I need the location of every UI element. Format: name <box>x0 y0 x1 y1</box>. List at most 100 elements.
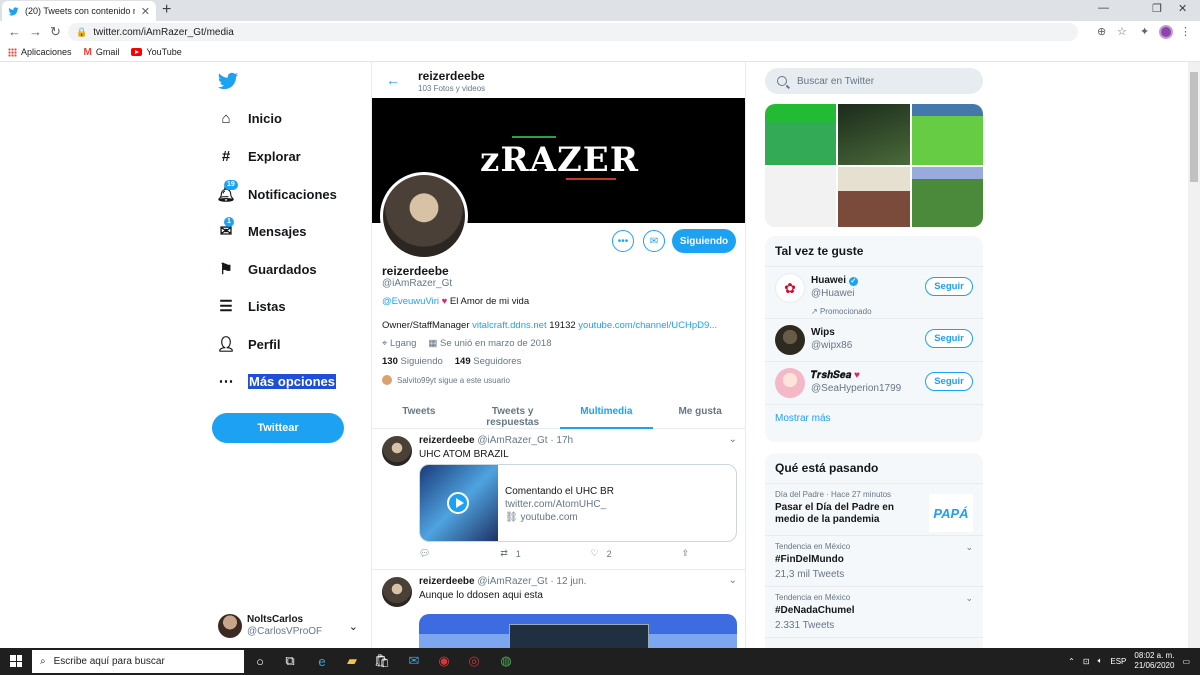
store-icon[interactable]: 🛍︎ <box>374 653 391 669</box>
file-explorer-icon[interactable]: ▰ <box>344 653 360 669</box>
link-card[interactable]: Comentando el UHC BR twitter.com/AtomUHC… <box>419 464 737 542</box>
tweet-button[interactable]: Twittear <box>212 413 344 443</box>
suggestion-item[interactable]: Wips @wipx86 Seguir <box>765 319 983 362</box>
followed-by[interactable]: Salvito99yt sigue a este usuario <box>382 375 510 385</box>
gallery-image[interactable] <box>838 166 910 227</box>
clock[interactable]: 08:02 a. m. 21/06/2020 <box>1134 651 1174 671</box>
nav-item-explorar[interactable]: # Explorar <box>218 148 301 165</box>
nav-item-mas-opciones[interactable]: ⋯ Más opciones <box>218 373 336 390</box>
nav-item-mensajes[interactable]: ✉ 1 Mensajes <box>218 217 307 240</box>
twitter-logo-icon[interactable] <box>217 70 239 92</box>
tab-close-icon[interactable]: ✕ <box>141 5 150 18</box>
browser-tab[interactable]: (20) Tweets con contenido multimedia ✕ <box>2 1 156 21</box>
chevron-down-icon[interactable]: ⌄ <box>729 575 737 586</box>
chrome-icon[interactable]: ◍ <box>498 653 514 669</box>
share-button[interactable]: ⇪ <box>681 548 689 559</box>
bio-youtube-link[interactable]: youtube.com/channel/UCHpD9... <box>578 320 717 331</box>
avatar[interactable] <box>382 577 412 607</box>
tab-multimedia[interactable]: Multimedia <box>559 399 654 429</box>
following-link[interactable]: 130 Siguiendo <box>382 356 443 367</box>
opera-icon[interactable]: ◎ <box>466 653 482 669</box>
browser-profile-avatar[interactable] <box>1159 25 1173 39</box>
maximize-icon[interactable]: ❐ <box>1152 2 1162 15</box>
install-icon[interactable]: ⊕ <box>1097 25 1106 38</box>
suggestion-item[interactable]: 𝑻𝒓𝒔𝒉𝑺𝒆𝒂 ♥ @SeaHyperion1799 Seguir <box>765 362 983 405</box>
followers-link[interactable]: 149 Seguidores <box>455 356 522 367</box>
back-arrow-icon[interactable]: ← <box>8 24 21 39</box>
scrollbar-thumb[interactable] <box>1190 72 1198 182</box>
nav-item-guardados[interactable]: ⚑ Guardados <box>218 261 316 278</box>
bookmark-youtube[interactable]: YouTube <box>131 47 182 57</box>
retweet-button[interactable]: ⇄ 1 <box>500 548 521 559</box>
nav-item-notificaciones[interactable]: 🔔︎ 19 Notificaciones <box>216 180 337 203</box>
tab-likes[interactable]: Me gusta <box>653 399 745 428</box>
gallery-image[interactable] <box>911 166 983 227</box>
taskbar-search-input[interactable]: ⌕ Escribe aquí para buscar <box>32 650 244 673</box>
nav-item-perfil[interactable]: 👤︎ Perfil <box>216 336 280 353</box>
volume-icon[interactable]: 🔈︎ <box>1098 656 1103 666</box>
bookmark-apps[interactable]: Aplicaciones <box>8 47 72 57</box>
network-icon[interactable]: ⊡ <box>1083 657 1090 666</box>
gallery-image[interactable] <box>765 104 837 165</box>
tweet-author[interactable]: reizerdeebe <box>419 435 475 446</box>
tweet[interactable]: reizerdeebe @iAmRazer_Gt · 17h ⌄ UHC ATO… <box>372 430 745 570</box>
follow-button[interactable]: Seguir <box>925 329 973 348</box>
profile-avatar[interactable] <box>380 172 468 260</box>
show-more-link[interactable]: Mostrar más <box>765 405 983 432</box>
back-arrow-icon[interactable]: ← <box>386 72 400 88</box>
bio-server-link[interactable]: vitalcraft.ddns.net <box>472 320 546 331</box>
more-options-button[interactable]: ••• <box>612 230 634 252</box>
trend-item[interactable]: Día del Padre · Hace 27 minutos Pasar el… <box>765 484 983 536</box>
tweet-media-image[interactable] <box>419 614 737 648</box>
menu-dots-icon[interactable]: ⋮ <box>1180 25 1191 38</box>
follow-button[interactable]: Seguir <box>925 372 973 391</box>
page-scrollbar[interactable] <box>1188 62 1200 648</box>
chevron-down-icon[interactable]: ⌄ <box>965 593 973 604</box>
keyboard-language[interactable]: ESP <box>1110 657 1126 666</box>
following-button[interactable]: Siguiendo <box>672 229 736 253</box>
bio-mention-link[interactable]: @EveuwuViri <box>382 296 439 307</box>
chevron-up-icon[interactable]: ⌃ <box>1068 657 1075 666</box>
task-view-icon[interactable]: ⧉ <box>282 653 298 669</box>
game-app-icon[interactable]: ◉ <box>436 653 452 669</box>
bookmark-gmail[interactable]: M Gmail <box>84 47 120 58</box>
chevron-down-icon[interactable]: ⌄ <box>729 434 737 445</box>
mail-app-icon[interactable]: ✉ <box>406 653 422 669</box>
reply-button[interactable]: 💬︎ <box>419 548 430 559</box>
windows-start-icon[interactable] <box>10 655 22 667</box>
like-button[interactable]: ♡ 2 <box>591 548 612 559</box>
new-tab-icon[interactable]: + <box>162 1 171 19</box>
window-close-icon[interactable]: ✕ <box>1178 2 1187 15</box>
play-icon[interactable] <box>447 492 469 514</box>
tweet[interactable]: reizerdeebe @iAmRazer_Gt · 12 jun. ⌄ Aun… <box>372 571 745 648</box>
tab-tweets-replies[interactable]: Tweets y respuestas <box>466 399 560 428</box>
account-switcher[interactable]: NoltsCarlos @CarlosVProOF ⌄ <box>218 611 358 641</box>
search-input[interactable]: Buscar en Twitter <box>765 68 983 94</box>
message-button[interactable]: ✉ <box>643 230 665 252</box>
notification-center-icon[interactable]: ▭ <box>1182 657 1190 666</box>
url-field[interactable]: 🔒 twitter.com/iAmRazer_Gt/media <box>68 23 1078 41</box>
chevron-down-icon: ⌄ <box>348 620 358 633</box>
trend-title: #DeNadaChumel <box>775 605 855 616</box>
gallery-image[interactable] <box>765 166 837 227</box>
cortana-icon[interactable]: ○ <box>252 653 268 669</box>
avatar[interactable] <box>382 436 412 466</box>
tab-tweets[interactable]: Tweets <box>372 399 466 428</box>
gallery-image[interactable] <box>911 104 983 165</box>
edge-icon[interactable]: e <box>314 653 330 669</box>
nav-item-inicio[interactable]: ⌂ Inicio <box>218 109 281 127</box>
trend-item[interactable]: Tendencia en México #DeNadaChumel 2.331 … <box>765 587 983 638</box>
gallery-image[interactable] <box>838 104 910 165</box>
suggestion-item[interactable]: ✿ Huawei ✓ @Huawei ↗ Promocionado Seguir <box>765 267 983 319</box>
extensions-icon[interactable]: ✦ <box>1140 25 1149 38</box>
nav-item-listas[interactable]: ☰ Listas <box>218 298 285 315</box>
reload-icon[interactable]: ↻ <box>50 24 61 40</box>
forward-arrow-icon[interactable]: → <box>29 24 42 39</box>
follow-button[interactable]: Seguir <box>925 277 973 296</box>
tweet-author[interactable]: reizerdeebe <box>419 576 475 587</box>
home-icon: ⌂ <box>221 109 231 127</box>
chevron-down-icon[interactable]: ⌄ <box>965 542 973 553</box>
star-icon[interactable]: ☆ <box>1117 25 1127 38</box>
minimize-icon[interactable]: — <box>1098 2 1109 14</box>
trend-item[interactable]: Tendencia en México #FinDelMundo 21,3 mi… <box>765 536 983 587</box>
